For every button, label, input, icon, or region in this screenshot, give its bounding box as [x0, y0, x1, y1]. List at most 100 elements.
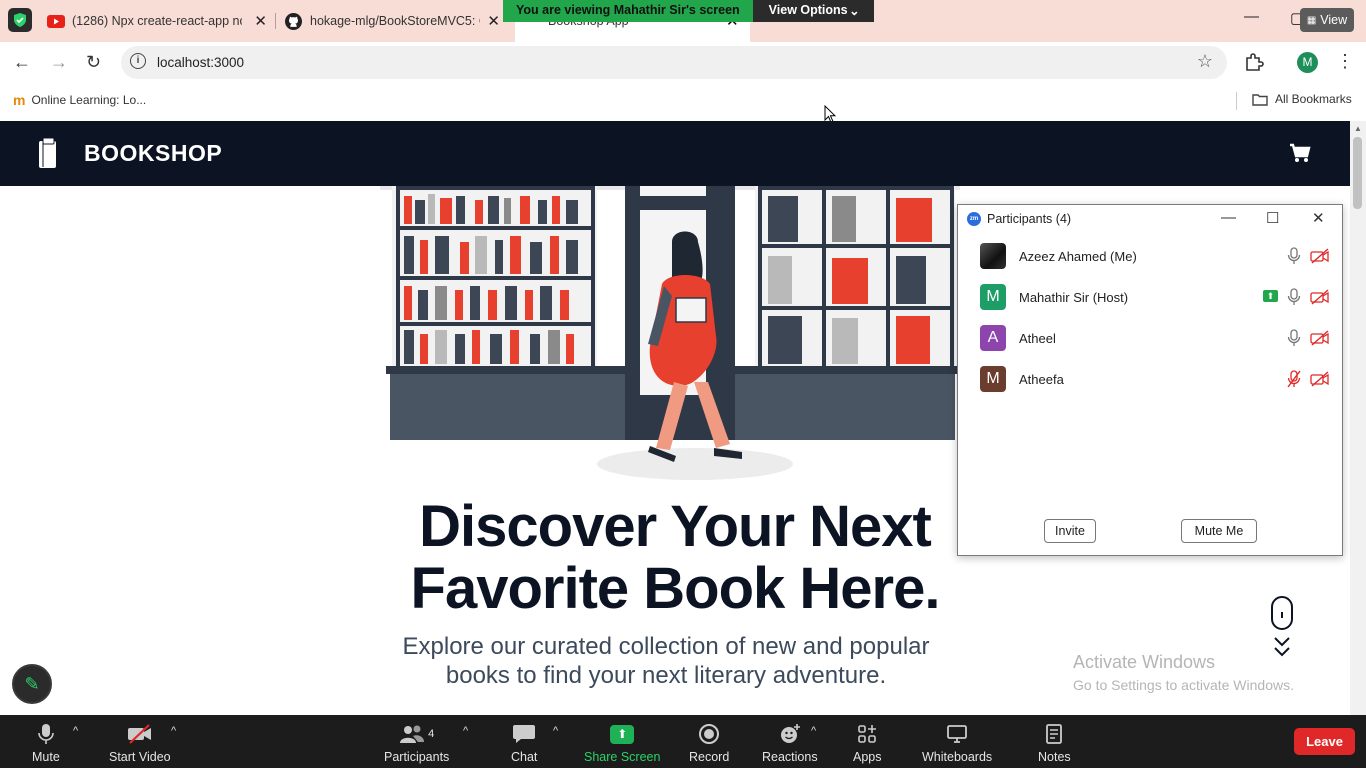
page-scrollbar[interactable]: ▲	[1350, 121, 1366, 715]
chat-button[interactable]: Chat	[511, 721, 537, 764]
mic-muted-icon	[1287, 370, 1301, 388]
start-video-button[interactable]: Start Video	[109, 721, 171, 764]
view-options-button[interactable]: View Options ⌄	[752, 0, 874, 22]
apps-label: Apps	[853, 750, 882, 764]
participant-row[interactable]: Azeez Ahamed (Me)	[980, 243, 1330, 269]
url-text[interactable]: localhost:3000	[157, 55, 244, 70]
activate-windows-watermark: Activate Windows Go to Settings to activ…	[1073, 652, 1294, 693]
viewing-screen-text: You are viewing Mahathir Sir's screen	[503, 0, 753, 22]
record-button[interactable]: Record	[689, 721, 729, 764]
bookmark-label: Online Learning: Lo...	[31, 93, 147, 107]
participants-icon: 4	[399, 721, 434, 747]
chrome-menu-icon[interactable]: ⋮	[1336, 51, 1354, 72]
folder-icon	[1252, 93, 1268, 106]
profile-avatar[interactable]: M	[1297, 52, 1318, 73]
zoom-share-banner: You are viewing Mahathir Sir's screen Vi…	[503, 0, 874, 22]
annotate-pencil-button[interactable]: ✎	[12, 664, 52, 704]
zoom-meeting-toolbar: Mute ^ Start Video ^ 4 Participants ^ Ch…	[0, 715, 1366, 768]
chat-bubble-icon	[512, 721, 536, 747]
participants-panel: zm Participants (4) — ☐ ✕ Azeez Ahamed (…	[957, 204, 1343, 556]
audio-options-caret-icon[interactable]: ^	[73, 725, 78, 737]
mute-me-button[interactable]: Mute Me	[1181, 519, 1257, 543]
book-logo-icon	[39, 138, 56, 168]
close-tab-icon[interactable]: ✕	[487, 12, 500, 30]
participants-count: 4	[428, 728, 435, 740]
share-screen-icon: ⬆	[610, 721, 635, 747]
participant-row[interactable]: A Atheel	[980, 325, 1330, 351]
site-navbar: BOOKSHOP	[0, 121, 1350, 186]
scroll-up-icon[interactable]: ▲	[1354, 124, 1362, 133]
participants-title: Participants (4)	[987, 212, 1072, 226]
extensions-puzzle-icon[interactable]	[1244, 52, 1264, 72]
mute-label: Mute	[32, 750, 60, 764]
mouse-wheel	[1281, 612, 1283, 618]
chat-options-caret-icon[interactable]: ^	[553, 725, 558, 737]
participant-avatar: A	[980, 325, 1006, 351]
chat-label: Chat	[511, 750, 538, 764]
zoom-shield-icon	[8, 8, 32, 32]
close-tab-icon[interactable]: ✕	[254, 12, 267, 30]
participant-name: Atheel	[1019, 331, 1056, 346]
apps-button[interactable]: Apps	[853, 721, 882, 764]
hero-subtitle: Explore our curated collection of new an…	[402, 633, 930, 689]
notes-label: Notes	[1038, 750, 1071, 764]
tab-github[interactable]: hokage-mlg/BookStoreMVC5: C ✕	[285, 8, 500, 34]
scrollbar-thumb[interactable]	[1353, 137, 1362, 209]
whiteboard-icon	[946, 721, 968, 747]
udemy-icon: m	[13, 92, 26, 108]
video-options-caret-icon[interactable]: ^	[171, 725, 176, 737]
notes-icon	[1045, 721, 1063, 747]
apps-grid-icon	[857, 721, 877, 747]
tab-title: (1286) Npx create-react-app no	[72, 14, 242, 28]
bookmarks-bar: m Online Learning: Lo... All Bookmarks	[0, 84, 1366, 121]
maximize-panel-icon[interactable]: ☐	[1266, 209, 1279, 227]
forward-arrow-icon[interactable]: →	[50, 52, 68, 73]
view-options-label: View Options	[768, 3, 848, 17]
participant-name: Azeez Ahamed (Me)	[1019, 249, 1137, 264]
bookmark-star-icon[interactable]: ☆	[1197, 51, 1213, 72]
chevron-down-icon: ⌄	[849, 4, 860, 18]
mute-button[interactable]: Mute	[32, 721, 60, 764]
watermark-line-1: Activate Windows	[1073, 652, 1216, 672]
participant-row[interactable]: M Atheefa	[980, 366, 1330, 392]
whiteboards-label: Whiteboards	[922, 750, 993, 764]
site-brand[interactable]: BOOKSHOP	[84, 140, 222, 167]
participant-avatar: M	[980, 284, 1006, 310]
participants-options-caret-icon[interactable]: ^	[463, 725, 468, 737]
leave-meeting-button[interactable]: Leave	[1294, 728, 1355, 755]
hero-title: Discover Your Next Favorite Book Here.	[410, 494, 941, 621]
whiteboards-button[interactable]: Whiteboards	[922, 721, 992, 764]
address-bar[interactable]: i localhost:3000 ☆	[121, 46, 1227, 79]
microphone-icon	[1287, 288, 1301, 305]
share-screen-button[interactable]: ⬆ Share Screen	[584, 721, 660, 764]
tab-youtube[interactable]: (1286) Npx create-react-app no ✕	[47, 8, 267, 34]
participant-avatar	[980, 243, 1006, 269]
reactions-options-caret-icon[interactable]: ^	[811, 725, 816, 737]
all-bookmarks-button[interactable]: All Bookmarks	[1236, 92, 1352, 110]
minimize-window-icon[interactable]: —	[1244, 8, 1259, 25]
scroll-down-mouse-icon[interactable]	[1271, 596, 1293, 630]
participant-row[interactable]: M Mahathir Sir (Host) ⬆	[980, 284, 1330, 310]
minimize-panel-icon[interactable]: —	[1221, 209, 1236, 226]
youtube-icon	[47, 14, 65, 28]
github-icon	[285, 12, 302, 30]
watermark-line-2: Go to Settings to activate Windows.	[1073, 677, 1294, 693]
video-off-icon	[127, 721, 153, 747]
participants-button[interactable]: 4 Participants	[384, 721, 449, 764]
site-info-icon[interactable]: i	[130, 53, 146, 69]
reload-icon[interactable]: ↻	[86, 52, 101, 73]
zoom-view-button[interactable]: ▦ View	[1300, 8, 1354, 32]
invite-button[interactable]: Invite	[1044, 519, 1096, 543]
back-arrow-icon[interactable]: ←	[13, 52, 31, 73]
participants-label: Participants	[384, 750, 450, 764]
notes-button[interactable]: Notes	[1038, 721, 1071, 764]
bookmark-online-learning[interactable]: m Online Learning: Lo...	[13, 92, 146, 108]
reactions-button[interactable]: Reactions	[762, 721, 818, 764]
grid-icon: ▦	[1306, 14, 1317, 26]
participant-avatar: M	[980, 366, 1006, 392]
browser-toolbar: ← → ↻ i localhost:3000 ☆ M ⋮	[0, 42, 1366, 84]
close-panel-icon[interactable]: ✕	[1312, 209, 1325, 227]
view-label: View	[1320, 13, 1348, 27]
reactions-label: Reactions	[762, 750, 818, 764]
cart-icon[interactable]	[1289, 143, 1311, 163]
